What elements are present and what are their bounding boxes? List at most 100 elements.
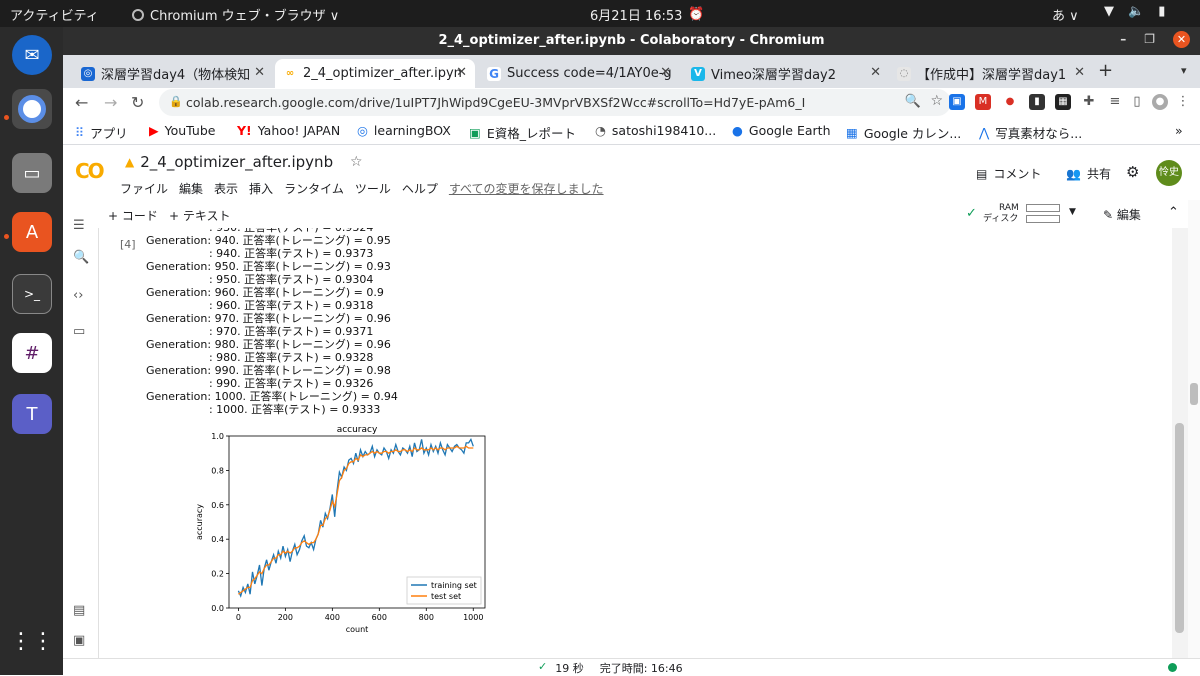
colab-drive-icon: ◎ xyxy=(81,66,95,81)
url-text: colab.research.google.com/drive/1uIPT7Jh… xyxy=(186,95,806,110)
code-snippets-icon[interactable]: ‹› xyxy=(73,288,83,303)
app-menu[interactable]: Chromium ウェブ・ブラウザ ∨ xyxy=(132,5,339,24)
tab-search-button[interactable]: ▾ xyxy=(1181,64,1187,77)
output-line: : 980. 正答率(テスト) = 0.9328 xyxy=(146,351,374,364)
extension-icon[interactable]: ▮ xyxy=(1029,94,1045,110)
window-titlebar[interactable]: 2_4_optimizer_after.ipynb - Colaboratory… xyxy=(63,27,1200,55)
menu-edit[interactable]: 編集 xyxy=(179,180,203,197)
share-button[interactable]: 👥 共有 xyxy=(1066,165,1111,182)
maximize-button[interactable]: ❐ xyxy=(1144,32,1155,48)
bookmark-learningbox[interactable]: ◎ learningBOX xyxy=(357,123,451,138)
bookmark-yahoo[interactable]: Y! Yahoo! JAPAN xyxy=(237,123,340,138)
teams-icon[interactable]: T xyxy=(12,394,52,434)
browser-menu-icon[interactable]: ⋮ xyxy=(1175,94,1191,110)
tab-3[interactable]: G Success code=4/1AY0e-g ✕ xyxy=(479,59,679,88)
search-icon[interactable]: 🔍 xyxy=(905,94,921,109)
bookmark-label: アプリ xyxy=(90,126,128,141)
thunderbird-icon[interactable]: ✉ xyxy=(12,35,52,75)
close-tab-icon[interactable]: ✕ xyxy=(870,65,881,80)
edit-mode-button[interactable]: ✎ 編集 xyxy=(1103,206,1141,223)
menu-insert[interactable]: 挿入 xyxy=(249,180,273,197)
show-applications-icon[interactable]: ⋮⋮ xyxy=(10,621,54,661)
input-method-indicator[interactable]: あ ∨ xyxy=(1052,5,1079,24)
files-icon[interactable]: ▭ xyxy=(73,324,85,339)
tab-1[interactable]: ◎ 深層学習day4（物体検知 ✕ xyxy=(73,59,273,88)
comment-button[interactable]: ▤ コメント xyxy=(976,165,1041,182)
chevron-down-icon[interactable]: ▼ xyxy=(1069,207,1076,218)
activities-button[interactable]: アクティビティ xyxy=(10,5,99,24)
comment-label: コメント xyxy=(993,167,1042,181)
close-tab-icon[interactable]: ✕ xyxy=(456,65,467,80)
output-scrollbar[interactable] xyxy=(1172,228,1188,658)
close-tab-icon[interactable]: ✕ xyxy=(1074,65,1085,80)
output-line: : 940. 正答率(テスト) = 0.9373 xyxy=(146,247,374,260)
reload-button[interactable]: ↻ xyxy=(131,93,144,112)
slack-icon[interactable]: # xyxy=(12,333,52,373)
clock[interactable]: 6月21日 16:53 ⏰ xyxy=(590,5,705,24)
star-notebook-icon[interactable]: ☆ xyxy=(350,154,363,170)
bookmarks-bar: ⠿ アプリ ▶ YouTube Y! Yahoo! JAPAN ◎ learningBO… xyxy=(63,117,1200,145)
add-code-button[interactable]: + コード xyxy=(108,207,158,224)
settings-gear-icon[interactable]: ⚙ xyxy=(1126,163,1139,181)
address-bar[interactable]: 🔒 colab.research.google.com/drive/1uIPT7… xyxy=(159,89,951,116)
extension-icon[interactable]: ▣ xyxy=(949,94,965,110)
minimize-button[interactable]: – xyxy=(1120,32,1126,48)
notebook-title[interactable]: ▲ 2_4_optimizer_after.ipynb xyxy=(125,153,333,171)
bookmarks-overflow-icon[interactable]: » xyxy=(1175,123,1183,138)
bookmark-star-icon[interactable]: ☆ xyxy=(930,93,943,109)
reading-list-icon[interactable]: ≡ xyxy=(1107,94,1123,110)
learningbox-icon: ◎ xyxy=(357,123,368,138)
apps-grid-icon: ⠿ xyxy=(75,125,85,140)
wifi-icon: ▼ xyxy=(1104,4,1114,19)
lock-icon[interactable]: 🔒 xyxy=(169,95,183,108)
save-status-link[interactable]: すべての変更を保存しました xyxy=(449,180,604,197)
output-scrollbar-thumb[interactable] xyxy=(1175,423,1184,633)
chromium-dock-icon[interactable] xyxy=(12,89,52,129)
search-icon[interactable]: 🔍 xyxy=(73,250,89,265)
table-of-contents-icon[interactable]: ☰ xyxy=(73,218,85,233)
bookmark-e-report[interactable]: ▣ E資格_レポート xyxy=(469,123,576,142)
colab-logo[interactable]: CO xyxy=(75,159,105,183)
extension-icon[interactable]: ▦ xyxy=(1055,94,1071,110)
tab-5[interactable]: ◌ 【作成中】深層学習day1 ✕ xyxy=(889,59,1093,88)
terminal-icon[interactable]: ▣ xyxy=(73,633,85,648)
menu-view[interactable]: 表示 xyxy=(214,180,238,197)
bookmark-label: YouTube xyxy=(164,123,216,138)
command-palette-icon[interactable]: ▤ xyxy=(73,603,85,618)
software-center-icon[interactable]: A xyxy=(12,212,52,252)
gmail-extension-icon[interactable]: M xyxy=(975,94,991,110)
bookmark-youtube[interactable]: ▶ YouTube xyxy=(149,123,215,138)
menu-runtime[interactable]: ランタイム xyxy=(284,180,344,197)
tab-4[interactable]: V Vimeo深層学習day2 ✕ xyxy=(683,59,889,88)
resource-indicator[interactable]: RAM ディスク ▼ xyxy=(983,203,1076,225)
page-scrollbar-thumb[interactable] xyxy=(1190,383,1198,405)
add-text-button[interactable]: + テキスト xyxy=(169,207,231,224)
files-icon[interactable]: ▭ xyxy=(12,153,52,193)
tab-2-active[interactable]: ∞ 2_4_optimizer_after.ipyn ✕ xyxy=(275,59,475,88)
back-button[interactable]: ← xyxy=(75,93,88,112)
tab-label: Success code=4/1AY0e-g xyxy=(507,66,672,81)
bookmark-apps[interactable]: ⠿ アプリ xyxy=(75,123,128,142)
close-tab-icon[interactable]: ✕ xyxy=(660,65,671,80)
bookmark-photo[interactable]: ⋀ 写真素材なら... xyxy=(979,123,1082,142)
close-tab-icon[interactable]: ✕ xyxy=(254,65,265,80)
puzzle-icon[interactable]: ✚ xyxy=(1081,94,1097,110)
new-tab-button[interactable]: + xyxy=(1098,60,1113,81)
media-icon[interactable]: ▯ xyxy=(1129,94,1145,110)
avatar[interactable]: 怜史 xyxy=(1156,160,1182,186)
execution-status[interactable]: ✓ 19 秒 完了時間: 16:46 xyxy=(538,660,683,676)
forward-button[interactable]: → xyxy=(104,93,117,112)
page-scrollbar[interactable] xyxy=(1188,200,1200,658)
system-tray[interactable]: ▼ 🔈 ▮ xyxy=(1104,4,1165,19)
terminal-icon[interactable]: >_ xyxy=(12,274,52,314)
close-window-button[interactable]: ✕ xyxy=(1173,31,1190,48)
profile-icon[interactable]: ● xyxy=(1152,94,1168,110)
bookmark-satoshi[interactable]: ◔ satoshi198410... xyxy=(595,123,716,138)
bookmark-calendar[interactable]: ▦ Google カレン... xyxy=(846,123,961,142)
record-extension-icon[interactable]: ● xyxy=(1002,94,1018,110)
bookmark-google-earth[interactable]: ● Google Earth xyxy=(732,123,831,138)
menu-help[interactable]: ヘルプ xyxy=(402,180,438,197)
collapse-chevron-icon[interactable]: ⌃ xyxy=(1168,205,1179,220)
menu-file[interactable]: ファイル xyxy=(120,180,168,197)
menu-tools[interactable]: ツール xyxy=(355,180,391,197)
